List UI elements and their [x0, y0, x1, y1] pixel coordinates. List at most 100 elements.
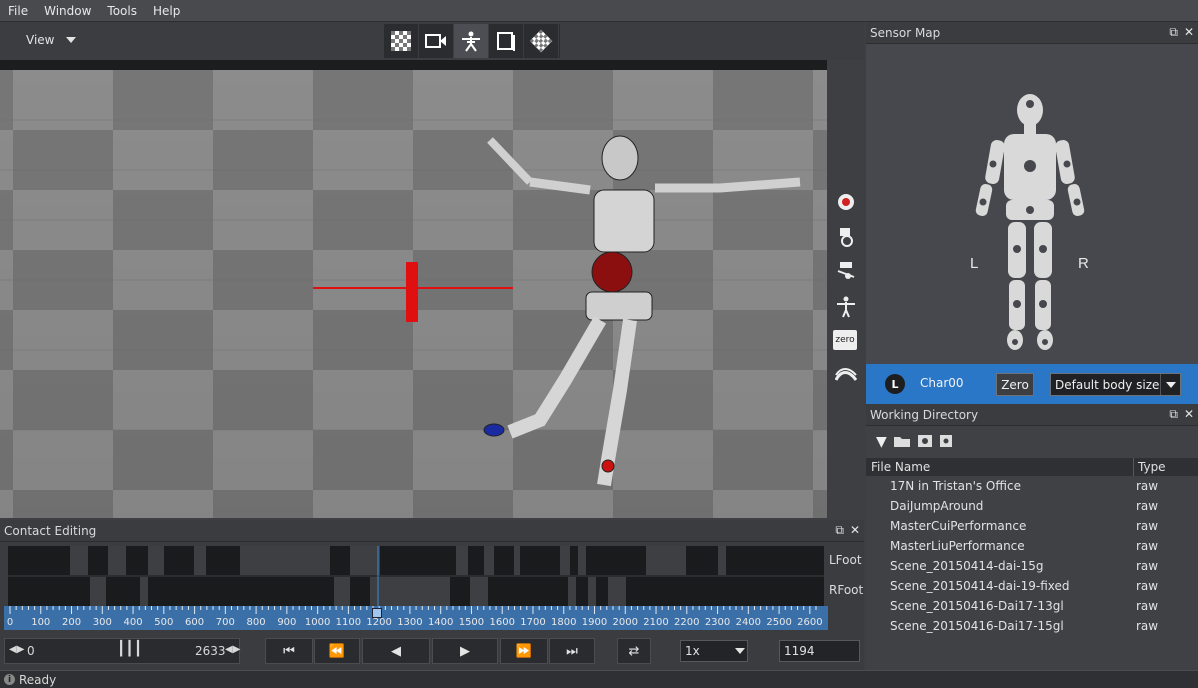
close-icon[interactable]: ✕	[1184, 407, 1194, 422]
file-row[interactable]: MasterCuiPerformance raw	[866, 516, 1198, 536]
contact-tracks[interactable]	[8, 546, 824, 606]
chevron-down-icon	[1160, 374, 1180, 395]
go-to-end-button[interactable]: ⏭	[549, 638, 595, 664]
play-reverse-button[interactable]: ◀	[362, 638, 430, 664]
loop-button[interactable]: ⇄	[617, 638, 651, 664]
ruler-tick-label: 0	[6, 617, 14, 628]
step-forward-button[interactable]: ⏩	[500, 638, 548, 664]
foot-icon	[837, 262, 855, 279]
playhead-marker[interactable]	[372, 608, 383, 618]
playback-speed-select[interactable]: 1x	[680, 640, 748, 662]
browse-icon[interactable]	[917, 434, 933, 451]
smooth-button[interactable]	[835, 365, 857, 387]
ruler-tick-label: 1000	[304, 617, 331, 628]
file-row[interactable]: Scene_20150416-Dai17-13gl raw	[866, 596, 1198, 616]
undock-icon[interactable]: ⧉	[1169, 25, 1178, 40]
go-to-start-button[interactable]: ⏮	[265, 638, 313, 664]
chevron-down-icon	[66, 37, 77, 43]
sensor-map-title: Sensor Map	[870, 25, 941, 40]
chevron-down-icon	[735, 648, 745, 654]
contact-editing-panel: Contact Editing ⧉ ✕ LFoot RFoot 0 100 20…	[0, 520, 864, 670]
ruler-tick-label: 900	[277, 617, 297, 628]
grid-toggle-button[interactable]	[384, 24, 419, 58]
figure-icon	[462, 31, 480, 52]
frame-range-control[interactable]: ◀▶ 0 ┃┃┃ 2633 ◀▶	[4, 638, 240, 664]
ruler-tick-label: 1500	[458, 617, 485, 628]
left-side-label: L	[970, 255, 978, 272]
hand-icon	[840, 228, 853, 247]
menu-file[interactable]: File	[0, 4, 36, 18]
menu-help[interactable]: Help	[145, 4, 188, 18]
step-back-button[interactable]: ⏪	[314, 638, 360, 664]
scene-viewport[interactable]	[0, 60, 827, 518]
play-button[interactable]: ▶	[432, 638, 498, 664]
timeline-ruler[interactable]: 0 100 200 300 400 500 600 700 800 900 1000 1100 1200…	[4, 606, 828, 630]
loop-icon: ⇄	[628, 643, 640, 659]
file-name: MasterCuiPerformance	[890, 519, 1027, 533]
contact-editing-title-bar: Contact Editing ⧉ ✕	[0, 520, 864, 542]
file-row[interactable]: Scene_20150414-dai-19-fixed raw	[866, 576, 1198, 596]
track-label-rfoot: RFoot	[829, 583, 864, 597]
character-side-badge: L	[885, 374, 905, 394]
folder-open-icon[interactable]	[893, 434, 911, 451]
file-row[interactable]: MasterLiuPerformance raw	[866, 536, 1198, 556]
play-icon: ▶	[460, 643, 470, 659]
file-row[interactable]: DaiJumpAround raw	[866, 496, 1198, 516]
ruler-tick-label: 700	[215, 617, 235, 628]
panel-view-button[interactable]	[489, 24, 524, 58]
search-file-icon[interactable]	[939, 434, 953, 451]
file-row[interactable]: Scene_20150416-Dai17-15gl raw	[866, 616, 1198, 636]
right-side-label: R	[1078, 255, 1089, 272]
range-start-handle-icon[interactable]: ◀▶	[9, 644, 24, 655]
column-file-name[interactable]: File Name	[866, 458, 1134, 476]
working-directory-title-bar: Working Directory ⧉ ✕	[866, 404, 1198, 426]
camera-button[interactable]	[419, 24, 454, 58]
current-frame-field[interactable]: 1194	[779, 640, 860, 662]
status-bar: i Ready	[0, 670, 1198, 688]
transport-controls: ◀▶ 0 ┃┃┃ 2633 ◀▶ ⏮ ⏪ ◀ ▶ ⏩ ⏭ ⇄ 1x 1194	[0, 634, 864, 668]
range-end-handle-icon[interactable]: ◀▶	[225, 644, 240, 655]
hand-contact-button[interactable]	[835, 226, 857, 248]
ruler-tick-label: 500	[154, 617, 174, 628]
wave-icon	[835, 368, 857, 381]
info-icon: i	[4, 674, 15, 685]
foot-contact-button[interactable]	[835, 260, 857, 282]
record-button[interactable]	[835, 191, 857, 213]
filter-icon[interactable]: ▼	[876, 434, 887, 450]
file-type: raw	[1136, 519, 1159, 533]
working-directory-panel: Working Directory ⧉ ✕ ▼ File Name Type 1…	[866, 404, 1198, 670]
close-icon[interactable]: ✕	[1184, 25, 1194, 40]
file-row[interactable]: Scene_20150414-dai-15g raw	[866, 556, 1198, 576]
file-row[interactable]: 17N in Tristan's Office raw	[866, 476, 1198, 496]
play-reverse-icon: ◀	[391, 643, 401, 659]
file-type: raw	[1136, 499, 1159, 513]
contact-track-graph	[8, 546, 824, 606]
menu-tools[interactable]: Tools	[99, 4, 145, 18]
track-label-lfoot: LFoot	[829, 553, 862, 567]
pattern-toggle-button[interactable]	[524, 24, 559, 58]
range-grip-icon[interactable]: ┃┃┃	[117, 641, 142, 657]
playback-speed-value: 1x	[685, 644, 700, 658]
zero-button[interactable]: Zero	[996, 373, 1034, 396]
ruler-tick-label: 600	[185, 617, 205, 628]
body-size-select[interactable]: Default body size	[1050, 373, 1181, 396]
undock-icon[interactable]: ⧉	[1169, 407, 1178, 422]
file-name: Scene_20150416-Dai17-13gl	[890, 599, 1064, 613]
tpose-button[interactable]	[835, 296, 857, 318]
body-sensor-diagram: L R	[970, 94, 1089, 350]
ruler-tick-label: 1600	[489, 617, 515, 628]
view-dropdown[interactable]: View	[18, 28, 88, 52]
record-icon	[838, 194, 854, 210]
menu-window[interactable]: Window	[36, 4, 99, 18]
close-icon[interactable]: ✕	[850, 523, 860, 538]
view-label: View	[26, 33, 55, 47]
skeleton-view-button[interactable]	[454, 24, 489, 58]
ruler-tick-label: 400	[123, 617, 143, 628]
step-back-icon: ⏪	[328, 643, 346, 659]
undock-icon[interactable]: ⧉	[835, 523, 844, 538]
zero-pose-button[interactable]: zero	[833, 330, 857, 350]
checker-floor	[0, 70, 827, 518]
working-directory-toolbar: ▼	[866, 426, 1198, 458]
column-type[interactable]: Type	[1134, 458, 1166, 476]
ruler-tick-label: 200	[61, 617, 82, 628]
